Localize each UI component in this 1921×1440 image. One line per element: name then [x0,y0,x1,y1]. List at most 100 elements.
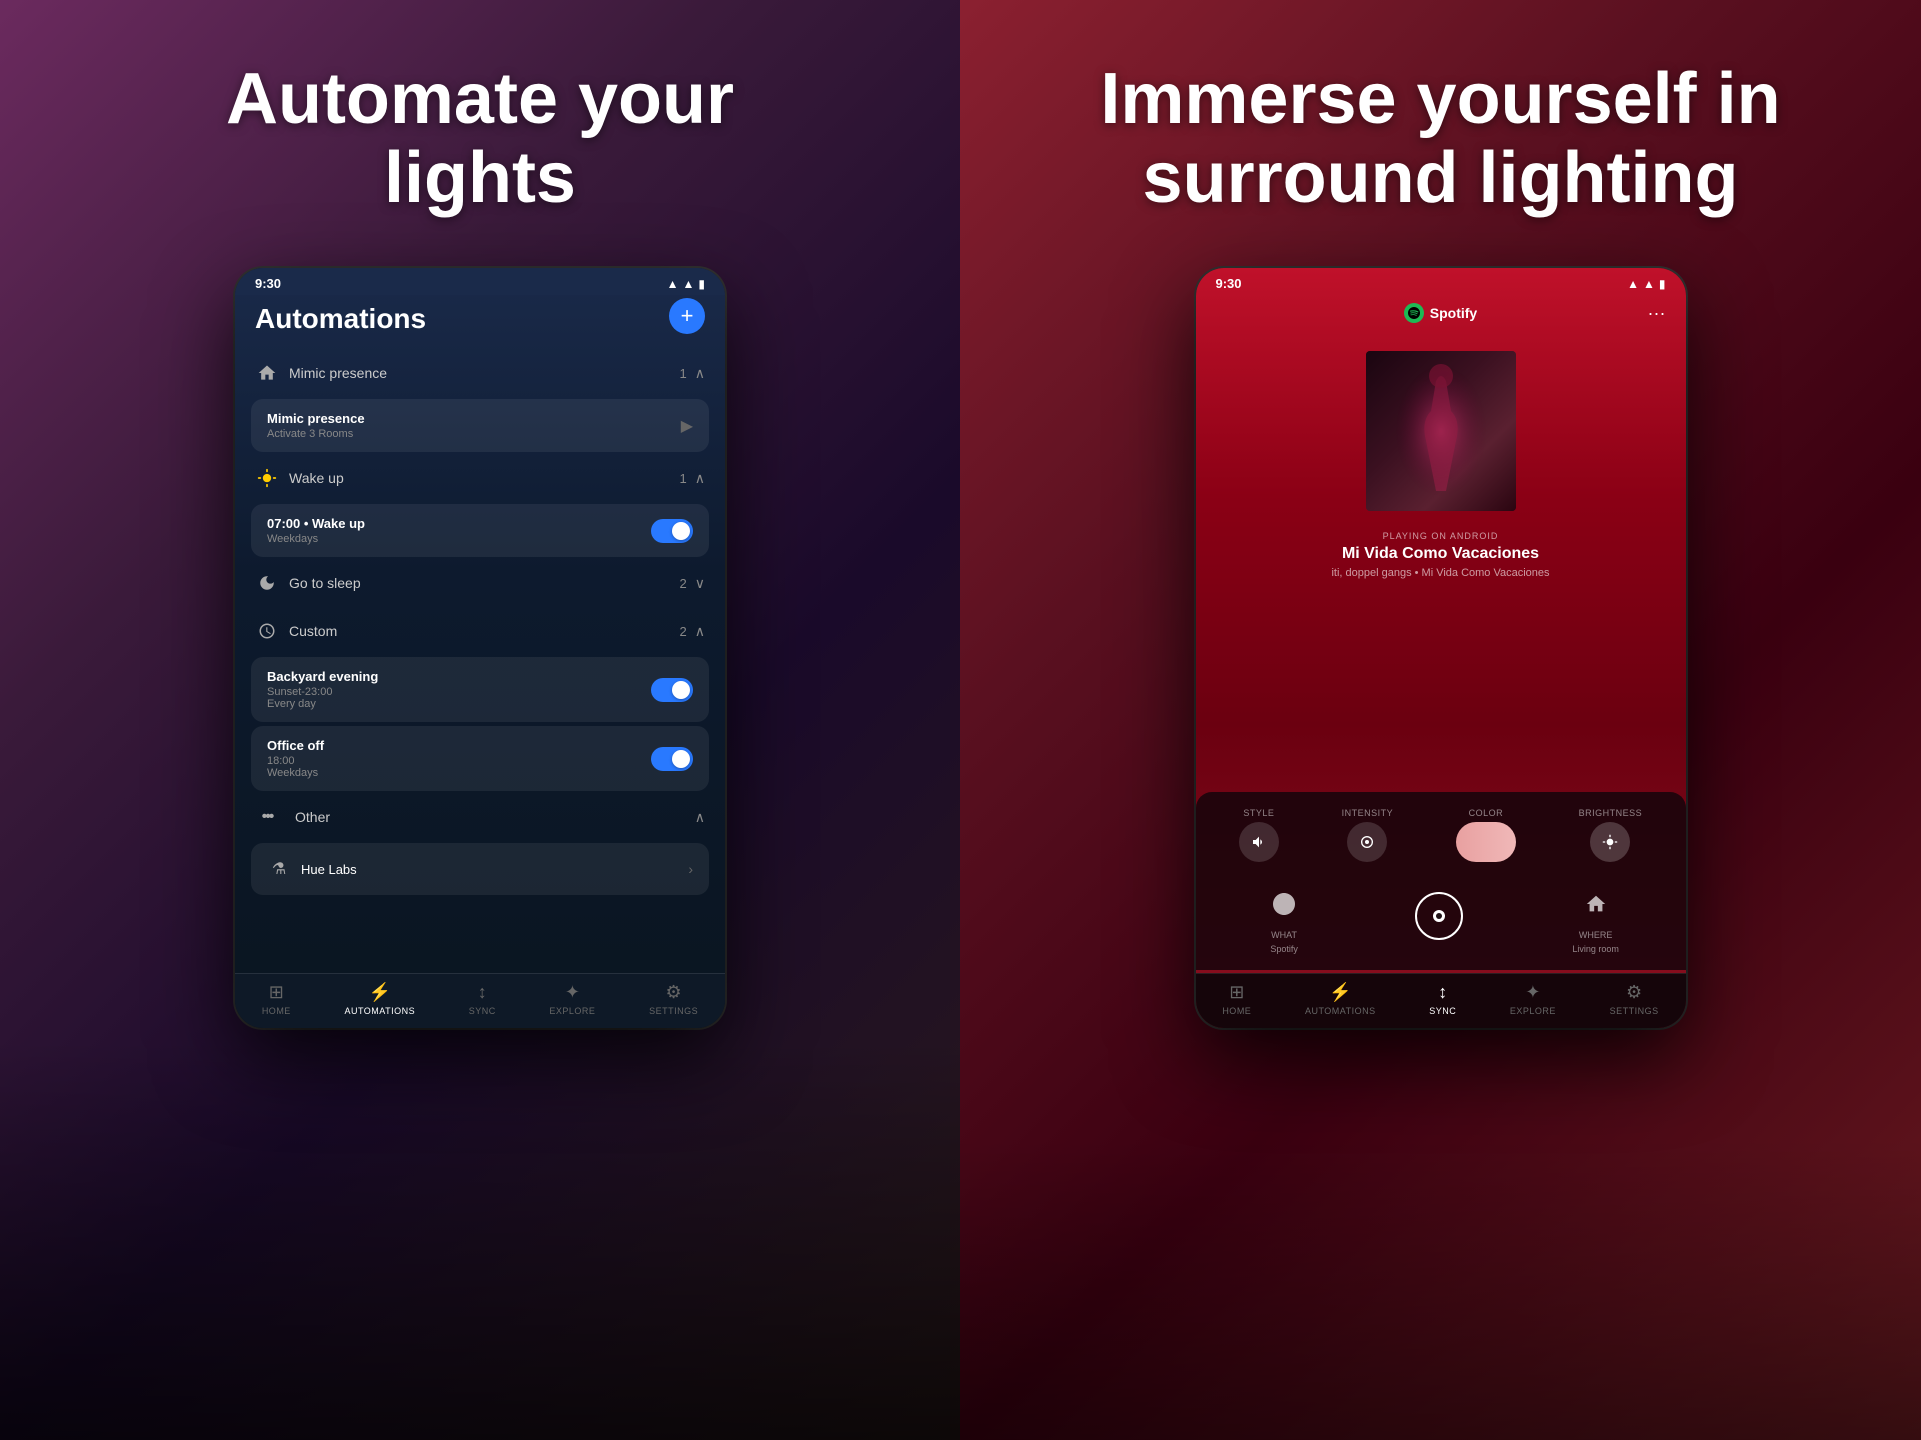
home-label: HOME [262,1006,291,1016]
where-sub: Living room [1572,944,1619,954]
office-detail: 18:00 [267,755,651,767]
home-icon-right: ⊞ [1229,982,1244,1003]
nav-home-left[interactable]: ⊞ HOME [262,982,291,1016]
automations-label: AUTOMATIONS [344,1006,415,1016]
spotify-name: Spotify [1430,305,1477,321]
sleep-chevron: ∨ [695,575,705,592]
home-icon: ⊞ [269,982,284,1003]
style-button[interactable] [1239,822,1279,862]
song-title: Mi Vida Como Vacaciones [1196,545,1686,563]
intensity-button[interactable] [1347,822,1387,862]
hue-labs-item[interactable]: ⚗ Hue Labs › [251,843,709,895]
wifi-icon-right: ▲ [1643,277,1655,291]
mimic-presence-item[interactable]: Mimic presence Activate 3 Rooms ▶ [251,399,709,452]
section-header-sleep[interactable]: Go to sleep 2 ∨ [235,561,725,605]
nav-sync-left[interactable]: ↕ SYNC [469,982,496,1016]
nav-automations-left[interactable]: ⚡ AUTOMATIONS [344,982,415,1016]
what-sub: Spotify [1270,944,1298,954]
office-toggle[interactable] [651,747,693,771]
other-icon: ••• [255,805,279,829]
headline-line2: lights [384,138,576,218]
left-tablet: 9:30 ▲ ▲ ▮ + Automations [235,268,725,1028]
settings-label-left: SETTINGS [649,1006,698,1016]
nav-explore-left[interactable]: ✦ EXPLORE [549,982,595,1016]
backyard-item[interactable]: Backyard evening Sunset-23:00 Every day [251,657,709,722]
hue-labs-left: ⚗ Hue Labs [267,857,357,881]
right-panel: Immerse yourself in surround lighting 9:… [960,0,1921,1440]
sync-header: Spotify ··· [1196,295,1686,331]
battery-icon-right: ▮ [1659,277,1666,291]
controls-row: STYLE INTENSITY [1208,808,1674,862]
mimic-item-info: Mimic presence Activate 3 Rooms [267,411,681,440]
explore-icon-right: ✦ [1525,982,1540,1003]
sync-center-button[interactable] [1415,892,1463,944]
status-time-right: 9:30 [1216,276,1242,291]
wake-item-info: 07:00 • Wake up Weekdays [267,516,651,545]
nav-explore-right[interactable]: ✦ EXPLORE [1510,982,1556,1016]
signal-icon: ▲ [667,277,679,291]
where-button[interactable]: WHERE Living room [1572,882,1619,954]
custom-chevron: ∧ [695,623,705,640]
status-bar-right: 9:30 ▲ ▲ ▮ [1196,268,1686,295]
sleep-count: 2 [680,576,687,591]
mimic-arrow-icon: ▶ [681,416,693,436]
wake-count: 1 [680,471,687,486]
sync-icon-right: ↕ [1438,982,1447,1003]
section-mimic-presence: Mimic presence 1 ∧ Mimic presence Activa… [235,351,725,452]
mimic-item-name: Mimic presence [267,411,681,426]
section-header-other[interactable]: ••• Other ∧ [235,795,725,839]
album-art [1366,351,1516,511]
playing-on-label: PLAYING ON ANDROID [1196,531,1686,541]
wake-item-detail: Weekdays [267,533,651,545]
office-detail2: Weekdays [267,767,651,779]
what-label: WHAT [1271,930,1297,940]
right-headline: Immerse yourself in surround lighting [1100,60,1780,218]
settings-icon-right: ⚙ [1626,982,1642,1003]
office-off-item[interactable]: Office off 18:00 Weekdays [251,726,709,791]
right-headline-line1: Immerse yourself in [1100,59,1780,139]
other-chevron: ∧ [695,809,705,826]
wake-up-icon [255,466,279,490]
signal-icon-right: ▲ [1627,277,1639,291]
backyard-detail2: Every day [267,698,651,710]
brightness-control: BRIGHTNESS [1579,808,1643,862]
section-wake-up: Wake up 1 ∧ 07:00 • Wake up Weekdays [235,456,725,557]
color-control: COLOR [1456,808,1516,862]
section-header-wake[interactable]: Wake up 1 ∧ [235,456,725,500]
intensity-control: INTENSITY [1342,808,1394,862]
where-icon [1574,882,1618,926]
explore-label-left: EXPLORE [549,1006,595,1016]
more-button[interactable]: ··· [1648,303,1666,324]
backyard-toggle[interactable] [651,678,693,702]
section-header-custom[interactable]: Custom 2 ∧ [235,609,725,653]
nav-settings-left[interactable]: ⚙ SETTINGS [649,982,698,1016]
nav-automations-right[interactable]: ⚡ AUTOMATIONS [1305,982,1376,1016]
what-icon [1262,882,1306,926]
controls-panel: STYLE INTENSITY [1196,792,1686,970]
nav-sync-right[interactable]: ↕ SYNC [1429,982,1456,1016]
wake-up-item[interactable]: 07:00 • Wake up Weekdays [251,504,709,557]
right-headline-line2: surround lighting [1143,138,1739,218]
status-time-left: 9:30 [255,276,281,291]
automations-icon-right: ⚡ [1329,982,1351,1003]
brightness-button[interactable] [1590,822,1630,862]
nav-home-right[interactable]: ⊞ HOME [1222,982,1251,1016]
intensity-label: INTENSITY [1342,808,1394,818]
nav-settings-right[interactable]: ⚙ SETTINGS [1610,982,1659,1016]
automations-label-right: AUTOMATIONS [1305,1006,1376,1016]
what-button[interactable]: WHAT Spotify [1262,882,1306,954]
mimic-presence-label: Mimic presence [289,365,680,381]
sync-screen: 9:30 ▲ ▲ ▮ Spotify [1196,268,1686,1028]
status-icons-right: ▲ ▲ ▮ [1627,277,1665,291]
wake-chevron: ∧ [695,470,705,487]
section-header-mimic[interactable]: Mimic presence 1 ∧ [235,351,725,395]
office-name: Office off [267,738,651,753]
status-icons-left: ▲ ▲ ▮ [667,277,705,291]
backyard-detail: Sunset-23:00 [267,686,651,698]
style-label: STYLE [1243,808,1274,818]
left-panel: Automate your lights 9:30 ▲ ▲ ▮ + Autom [0,0,960,1440]
mimic-count: 1 [680,366,687,381]
custom-icon [255,619,279,643]
color-button[interactable] [1456,822,1516,862]
wake-toggle[interactable] [651,519,693,543]
